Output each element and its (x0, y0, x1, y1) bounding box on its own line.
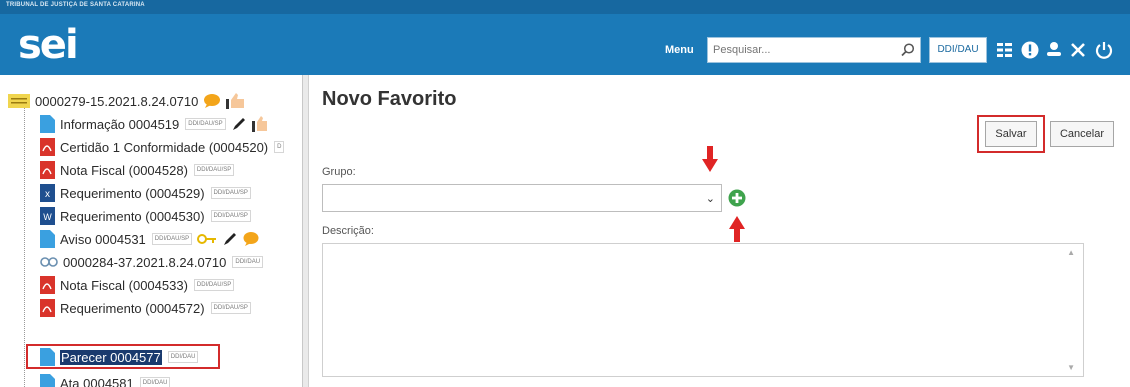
tree-item-label[interactable]: Nota Fiscal (0004528) (60, 163, 188, 178)
key-icon (197, 234, 217, 244)
description-textarea[interactable]: ▲ ▼ (322, 243, 1084, 377)
tree-root-process[interactable]: 0000279-15.2021.8.24.0710 (8, 90, 246, 112)
tree-item[interactable]: Aviso 0004531 DDI/DAU/SP (40, 228, 259, 250)
tree-item-selected[interactable]: Parecer 0004577 DDI/DAU (40, 346, 199, 368)
scroll-up-icon[interactable]: ▲ (1067, 248, 1075, 257)
tree-item-label[interactable]: 0000284-37.2021.8.24.0710 (63, 255, 226, 270)
up-arrow-annotation-icon (729, 216, 745, 242)
tree-item[interactable]: Certidão 1 Conformidade (0004520) D (40, 136, 285, 158)
document-icon (40, 374, 55, 387)
tree-item-label[interactable]: Ata 0004581 (60, 376, 134, 387)
pdf-icon (40, 161, 55, 179)
tree-item-label[interactable]: Informação 0004519 (60, 117, 179, 132)
unit-tag: DDI/DAU (139, 377, 171, 387)
user-icon[interactable] (1044, 40, 1064, 60)
comment-icon (243, 232, 259, 246)
unit-tag: DDI/DAU/SP (185, 118, 226, 130)
document-icon (40, 348, 55, 366)
tree-item[interactable]: x Requerimento (0004529) DDI/DAU/SP (40, 182, 251, 204)
tree-item-label[interactable]: Nota Fiscal (0004533) (60, 278, 188, 293)
tree-item-label[interactable]: Requerimento (0004530) (60, 209, 205, 224)
tree-item-label[interactable]: Requerimento (0004529) (60, 186, 205, 201)
sei-logo[interactable]: sei (18, 22, 79, 68)
excel-icon: x (40, 184, 55, 202)
comment-icon (204, 94, 221, 108)
tree-item[interactable]: W Requerimento (0004530) DDI/DAU/SP (40, 205, 251, 227)
thumb-icon (251, 116, 267, 132)
org-strip: TRIBUNAL DE JUSTIÇA DE SANTA CATARINA (0, 0, 1130, 14)
chevron-down-icon[interactable]: ⌄ (706, 192, 715, 205)
tree-item-label[interactable]: Parecer 0004577 (60, 349, 162, 365)
search-icon[interactable] (900, 42, 916, 58)
unit-tag: DDI/DAU/SP (210, 302, 251, 314)
unit-tag: DDI/DAU/SP (210, 187, 251, 199)
search-box (707, 37, 921, 63)
svg-text:x: x (45, 189, 50, 200)
scroll-down-icon[interactable]: ▼ (1067, 363, 1075, 372)
group-select[interactable]: ⌄ (322, 184, 722, 212)
word-icon: W (40, 207, 55, 225)
menu-button[interactable]: Menu (665, 44, 694, 56)
pdf-icon (40, 276, 55, 294)
unit-tag: DDI/DAU/SP (151, 233, 193, 245)
unit-tag: DDI/DAU/SP (193, 279, 235, 291)
pdf-icon (40, 138, 55, 156)
folder-icon (8, 94, 30, 108)
link-icon (40, 257, 58, 267)
search-input[interactable] (708, 38, 888, 62)
page-title: Novo Favorito (322, 88, 457, 110)
tree-item-label[interactable]: Aviso 0004531 (60, 232, 146, 247)
cancel-button[interactable]: Cancelar (1050, 121, 1114, 147)
pdf-icon (40, 299, 55, 317)
org-name: TRIBUNAL DE JUSTIÇA DE SANTA CATARINA (6, 2, 145, 8)
unit-tag: DDI/DAU (232, 256, 264, 268)
grid-icon[interactable] (995, 40, 1015, 60)
tree-item-label[interactable]: Requerimento (0004572) (60, 301, 205, 316)
unit-tag: DDI/DAU (167, 351, 199, 363)
tree-guide-line (24, 100, 25, 387)
signature-pen-icon (232, 118, 245, 130)
document-icon (40, 230, 55, 248)
unit-tag: DDI/DAU/SP (210, 210, 251, 222)
top-header: TRIBUNAL DE JUSTIÇA DE SANTA CATARINA se… (0, 0, 1130, 75)
process-number[interactable]: 0000279-15.2021.8.24.0710 (35, 94, 198, 109)
unit-selector[interactable]: DDI/DAU (929, 37, 987, 63)
unit-tag: D (274, 141, 285, 153)
down-arrow-annotation-icon (702, 146, 718, 172)
group-label: Grupo: (322, 166, 356, 178)
tree-item[interactable]: Nota Fiscal (0004533) DDI/DAU/SP (40, 274, 235, 296)
tree-item[interactable]: Nota Fiscal (0004528) DDI/DAU/SP (40, 159, 235, 181)
tree-item-label[interactable]: Certidão 1 Conformidade (0004520) (60, 140, 268, 155)
pane-splitter[interactable] (303, 75, 309, 387)
tree-item[interactable]: Informação 0004519 DDI/DAU/SP (40, 113, 268, 135)
info-icon[interactable] (1020, 40, 1040, 60)
signature-pen-icon (224, 233, 237, 245)
tree-item[interactable]: 0000284-37.2021.8.24.0710 DDI/DAU (40, 251, 264, 273)
tree-item[interactable]: Requerimento (0004572) DDI/DAU/SP (40, 297, 251, 319)
description-label: Descrição: (322, 225, 374, 237)
svg-text:W: W (43, 212, 52, 222)
document-icon (40, 115, 55, 133)
add-group-icon[interactable] (728, 189, 746, 207)
save-button[interactable]: Salvar (985, 121, 1037, 147)
unit-tag: DDI/DAU/SP (193, 164, 235, 176)
tools-icon[interactable] (1068, 40, 1088, 60)
power-icon[interactable] (1094, 40, 1114, 60)
tree-item[interactable]: Ata 0004581 DDI/DAU (40, 372, 171, 387)
thumb-icon (226, 93, 245, 109)
